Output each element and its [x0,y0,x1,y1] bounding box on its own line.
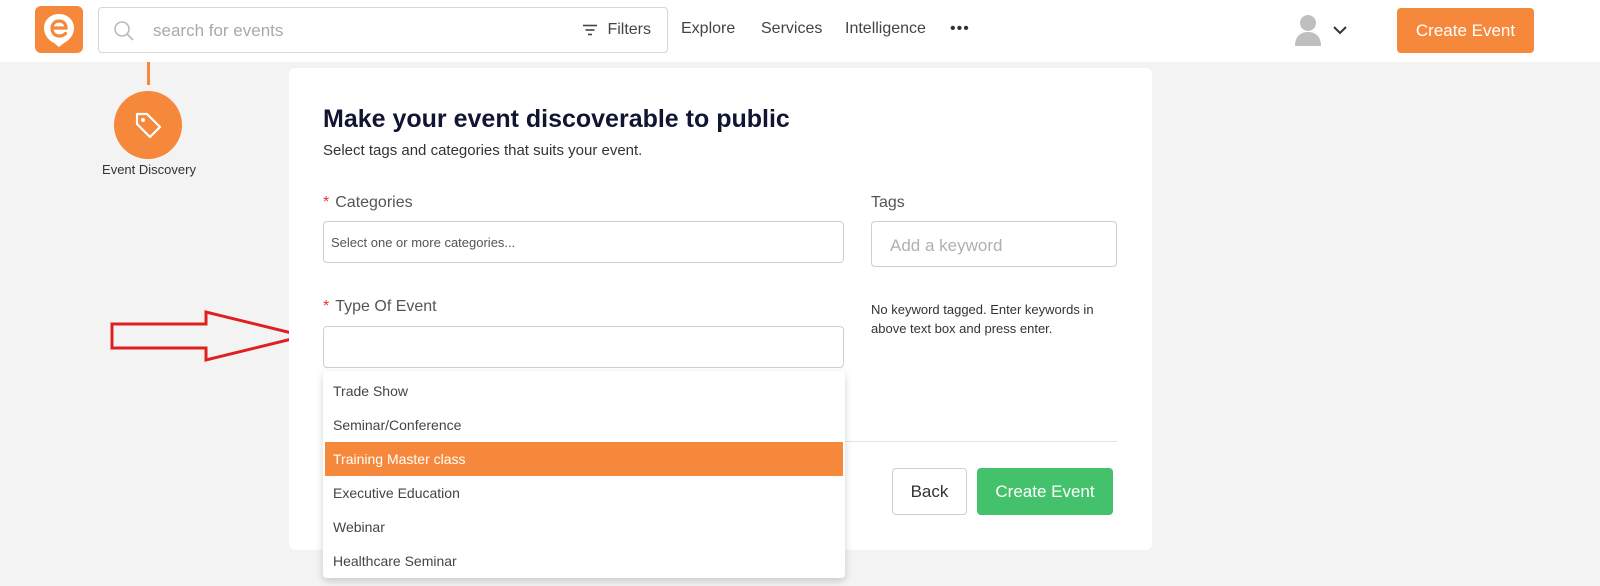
create-event-button[interactable]: Create Event [977,468,1113,515]
dropdown-option-healthcare-seminar[interactable]: Healthcare Seminar [323,544,845,578]
tags-label: Tags [871,194,905,211]
tag-icon [135,112,162,139]
type-of-event-dropdown: Trade Show Seminar/Conference Training M… [323,371,845,578]
categories-label-text: Categories [335,194,413,211]
logo-icon [44,13,74,47]
avatar[interactable] [1293,12,1323,53]
page-title: Make your event discoverable to public [323,105,790,133]
dropdown-option-trade-show[interactable]: Trade Show [323,374,845,408]
step-label: Event Discovery [102,162,196,177]
dropdown-option-executive-education[interactable]: Executive Education [323,476,845,510]
dropdown-option-seminar-conference[interactable]: Seminar/Conference [323,408,845,442]
filter-icon [583,24,598,36]
tags-placeholder: Add a keyword [890,236,1003,255]
more-menu-icon[interactable]: ••• [950,20,970,38]
type-of-event-label-text: Type Of Event [335,298,437,315]
filters-label: Filters [607,21,651,38]
dropdown-option-webinar[interactable]: Webinar [323,510,845,544]
categories-select[interactable]: Select one or more categories... [323,221,844,263]
type-of-event-label: * Type Of Event [323,298,437,316]
chevron-down-icon[interactable] [1333,22,1347,40]
dropdown-option-training-master-class[interactable]: Training Master class [325,442,843,476]
type-of-event-select[interactable] [323,326,844,368]
divider [835,441,1117,442]
categories-label: * Categories [323,194,413,212]
nav-intelligence[interactable]: Intelligence [845,20,926,38]
search-bar[interactable]: search for events Filters [98,7,668,53]
create-event-header-button[interactable]: Create Event [1397,8,1534,53]
tags-input[interactable]: Add a keyword [871,221,1117,267]
required-mark: * [323,298,330,315]
categories-placeholder: Select one or more categories... [331,235,516,250]
filters-button[interactable]: Filters [582,21,651,39]
required-mark: * [323,194,330,211]
annotation-arrow-icon [110,310,305,362]
search-icon [113,20,135,47]
logo[interactable] [35,6,83,53]
nav-services[interactable]: Services [761,20,822,38]
nav-explore[interactable]: Explore [681,20,735,38]
top-bar: search for events Filters Explore Servic… [0,0,1600,62]
step-connector [147,62,150,85]
search-input[interactable]: search for events [153,21,283,41]
tags-hint: No keyword tagged. Enter keywords in abo… [871,302,1094,336]
back-button[interactable]: Back [892,468,967,515]
page-subtitle: Select tags and categories that suits yo… [323,142,643,159]
step-event-discovery[interactable] [114,91,182,159]
